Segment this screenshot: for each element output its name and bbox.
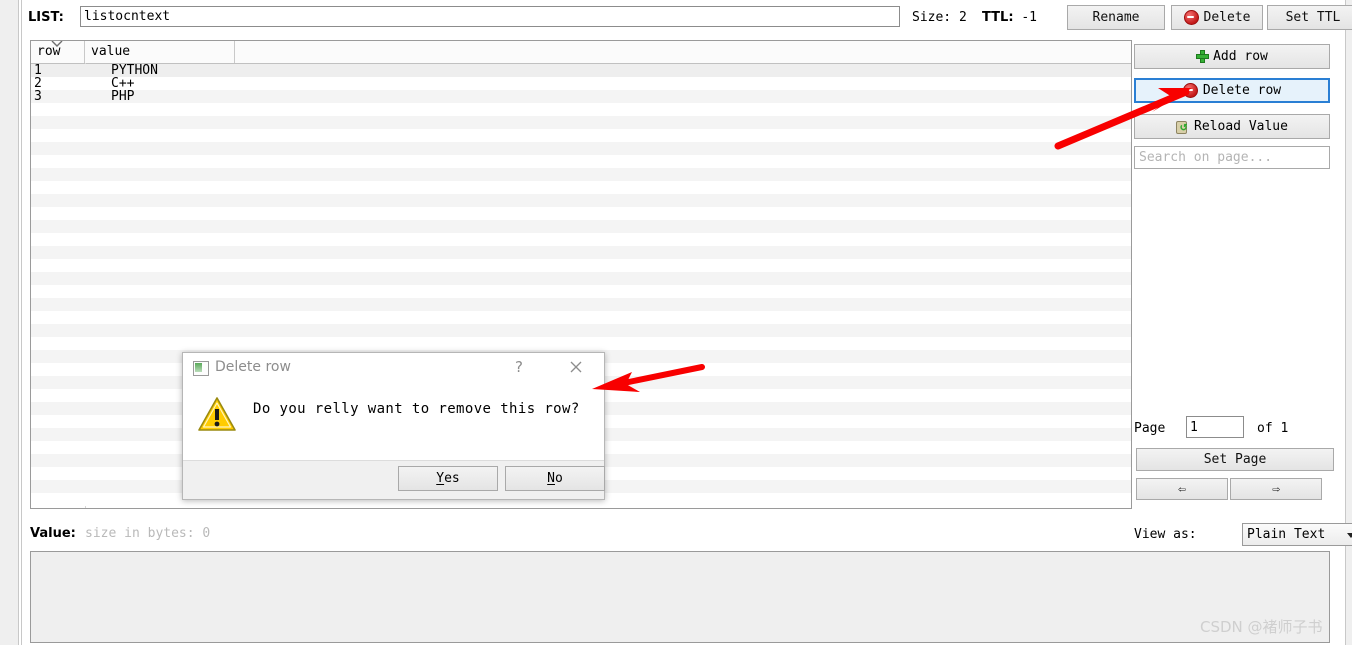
reload-value-button[interactable]: ↺ Reload Value [1134,114,1330,139]
page-label: Page [1134,421,1166,436]
delete-row-button[interactable]: Delete row [1134,78,1330,103]
dialog-no-mnemonic: N [547,471,555,486]
next-page-button[interactable]: ⇨ [1230,478,1322,500]
warning-icon [198,397,236,431]
dialog-no-label-rest: o [555,471,563,486]
set-ttl-button[interactable]: Set TTL [1267,5,1352,30]
ttl-value: -1 [1021,10,1038,25]
table-row [31,207,1131,220]
dialog-body: Do you relly want to remove this row? [183,383,604,460]
page-number-input[interactable] [1186,416,1244,438]
add-row-button-label: Add row [1213,49,1268,64]
dialog-yes-button[interactable]: Yes [398,466,498,491]
dialog-no-button[interactable]: No [505,466,605,491]
table-row [31,233,1131,246]
app-window-icon [193,361,209,376]
list-type-label: LIST: [28,10,64,25]
add-row-button[interactable]: Add row [1134,44,1330,69]
table-row[interactable]: 1 PYTHON [31,64,1131,77]
left-gutter [0,0,18,645]
rename-button[interactable]: Rename [1067,5,1165,30]
search-on-page-input[interactable] [1134,146,1330,169]
value-info-bar: Value: size in bytes: 0 View as: Plain T… [30,523,1352,548]
table-row [31,142,1131,155]
close-icon[interactable] [566,357,586,377]
set-page-button[interactable]: Set Page [1136,448,1334,471]
left-gutter-border [18,0,19,645]
dialog-yes-label-rest: es [444,471,460,486]
table-cell-row: 3 [34,89,42,104]
delete-icon [1183,10,1199,25]
dialog-title: Delete row [215,359,291,375]
view-as-label: View as: [1134,527,1197,542]
table-row [31,220,1131,233]
table-row [31,259,1131,272]
table-header-row: row value [31,41,1131,64]
table-row [31,168,1131,181]
arrow-right-icon: ⇨ [1272,481,1280,497]
delete-key-button-label: Delete [1203,10,1251,25]
delete-key-button[interactable]: Delete [1171,5,1263,30]
table-row [31,246,1131,259]
delete-row-dialog: Delete row ? Do you relly want to remove… [182,352,605,500]
value-label: Value: [30,526,76,541]
page-total-label: of 1 [1257,421,1289,436]
dialog-title-bar: Delete row ? [183,353,604,383]
plus-icon [1196,50,1210,63]
dialog-message: Do you relly want to remove this row? [253,401,580,417]
table-row [31,285,1131,298]
dialog-footer: Yes No [183,460,605,499]
table-row [31,272,1131,285]
table-row [31,298,1131,311]
table-row [31,324,1131,337]
ttl-label: TTL: -1 [982,10,1037,25]
rename-button-label: Rename [1092,10,1140,25]
column-header-filler [235,41,1131,63]
column-header-row[interactable]: row [31,41,85,63]
reload-value-button-label: Reload Value [1194,119,1288,134]
view-as-select[interactable]: Plain Text [1242,523,1352,546]
set-page-button-label: Set Page [1203,452,1267,467]
column-header-value-label: value [91,44,131,59]
delete-row-button-label: Delete row [1202,83,1282,98]
size-label: Size: 2 [912,10,967,25]
table-row[interactable]: 3 PHP [31,90,1131,103]
watermark: CSDN @褚师子书 [1200,618,1323,636]
table-row [31,116,1131,129]
value-content-textarea[interactable] [30,551,1330,643]
view-as-selected-label: Plain Text [1247,527,1326,542]
table-row [31,194,1131,207]
table-row [31,337,1131,350]
right-gutter [1346,0,1352,645]
table-row [31,311,1131,324]
reload-icon: ↺ [1176,120,1191,134]
table-row [31,103,1131,116]
sort-descending-icon [51,41,63,47]
redis-list-editor-window: LIST: Size: 2 TTL: -1 Rename Delete Set … [0,0,1352,645]
table-row [31,129,1131,142]
panel-left-border [21,0,22,645]
table-row [31,155,1131,168]
column-header-value[interactable]: value [85,41,235,63]
table-cell-value: PHP [111,89,135,104]
delete-row-icon [1182,83,1198,98]
previous-page-button[interactable]: ⇦ [1136,478,1228,500]
set-ttl-button-label: Set TTL [1285,10,1341,25]
table-row [31,181,1131,194]
arrow-left-icon: ⇦ [1178,481,1186,497]
chevron-down-icon [1347,533,1352,538]
table-row[interactable]: 2 C++ [31,77,1131,90]
key-toolbar: LIST: Size: 2 TTL: -1 Rename Delete Set … [24,4,1352,32]
list-key-name-input[interactable] [80,6,900,27]
dialog-yes-mnemonic: Y [436,471,445,486]
value-size-text: size in bytes: 0 [85,526,211,541]
ttl-caption: TTL: [982,10,1014,25]
help-icon[interactable]: ? [515,358,523,376]
